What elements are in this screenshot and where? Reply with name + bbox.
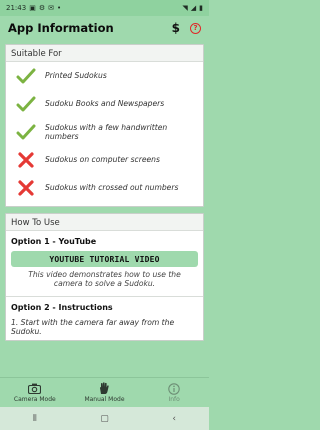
suitable-item: Printed Sudokus bbox=[6, 62, 203, 90]
page-title: App Information bbox=[8, 21, 114, 35]
option2-title: Option 2 - Instructions bbox=[11, 302, 113, 312]
nav-info[interactable]: Info bbox=[144, 382, 204, 403]
notification-icon: ▣ bbox=[29, 3, 36, 12]
suitable-item-text: Printed Sudokus bbox=[45, 71, 107, 81]
wifi-icon: ◥ bbox=[182, 3, 188, 12]
scroll-content[interactable]: Suitable For Printed Sudokus Sudoku Book… bbox=[0, 44, 209, 377]
suitable-item-text: Sudoku Books and Newspapers bbox=[45, 99, 165, 109]
suitable-item-text: Sudokus on computer screens bbox=[45, 155, 160, 165]
suitable-item: Sudoku Books and Newspapers bbox=[6, 90, 203, 118]
camera-icon bbox=[28, 383, 42, 395]
cross-icon bbox=[16, 151, 36, 169]
check-icon bbox=[16, 124, 36, 141]
suitable-header: Suitable For bbox=[6, 45, 203, 62]
system-nav-bar: ⦀ ▢ ‹ bbox=[0, 407, 209, 430]
suitable-item: Sudokus with crossed out numbers bbox=[6, 174, 203, 202]
check-icon bbox=[16, 96, 36, 113]
how-to-header: How To Use bbox=[6, 214, 203, 231]
recents-icon[interactable]: ⦀ bbox=[20, 414, 50, 424]
donate-button[interactable]: $ bbox=[172, 21, 180, 35]
status-bar: 21:43 ▣ ⚙ ✉ • ◥ ◢ ▮ bbox=[0, 0, 209, 16]
help-button[interactable]: ? bbox=[190, 22, 201, 34]
check-icon bbox=[16, 68, 36, 85]
bottom-nav: Camera Mode Manual Mode Info bbox=[0, 377, 209, 407]
nav-camera-mode[interactable]: Camera Mode bbox=[5, 383, 65, 403]
settings-icon: ⚙ bbox=[38, 3, 46, 12]
how-to-card: How To Use Option 1 - YouTube YOUTUBE TU… bbox=[5, 213, 204, 341]
suitable-item-text: Sudokus with crossed out numbers bbox=[45, 183, 179, 193]
suitable-item: Sudokus with a few handwritten numbers bbox=[6, 118, 203, 146]
info-icon bbox=[168, 382, 180, 395]
nav-label: Info bbox=[168, 395, 180, 403]
option1-title: Option 1 - YouTube bbox=[11, 237, 97, 246]
suitable-card: Suitable For Printed Sudokus Sudoku Book… bbox=[5, 44, 204, 207]
suitable-item-text: Sudokus with a few handwritten numbers bbox=[45, 122, 168, 141]
battery-icon: ▮ bbox=[199, 3, 203, 12]
home-icon[interactable]: ▢ bbox=[89, 414, 119, 424]
signal-icon: ◢ bbox=[190, 3, 197, 12]
youtube-tutorial-button[interactable]: YOUTUBE TUTORIAL VIDEO bbox=[11, 251, 198, 267]
hand-icon bbox=[98, 382, 110, 395]
cross-icon bbox=[16, 179, 36, 197]
status-time: 21:43 bbox=[6, 4, 27, 12]
option1-description: This video demonstrates how to use the c… bbox=[28, 270, 181, 289]
nav-manual-mode[interactable]: Manual Mode bbox=[74, 382, 134, 403]
nav-label: Manual Mode bbox=[84, 395, 125, 403]
app-bar: App Information $ ? bbox=[0, 16, 209, 40]
message-icon: ✉ bbox=[48, 3, 54, 12]
back-icon[interactable]: ‹ bbox=[159, 414, 189, 424]
dot-icon: • bbox=[56, 3, 62, 12]
suitable-item: Sudokus on computer screens bbox=[6, 146, 203, 174]
nav-label: Camera Mode bbox=[13, 395, 56, 403]
instruction-step: 1. Start with the camera far away from t… bbox=[11, 317, 175, 337]
